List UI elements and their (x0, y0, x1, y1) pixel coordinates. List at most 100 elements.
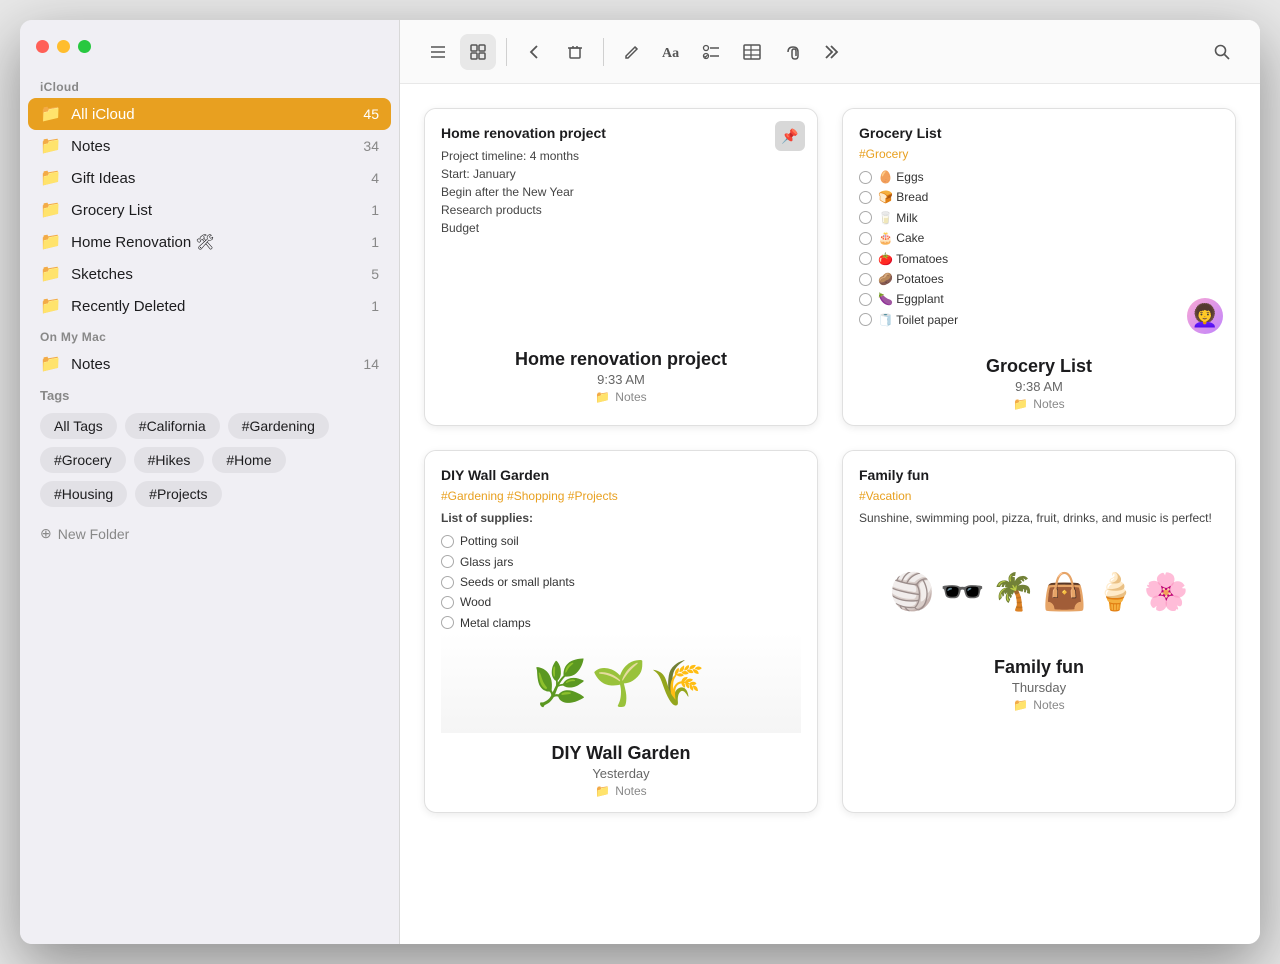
checklist-icon (702, 43, 722, 61)
back-button[interactable] (517, 34, 553, 70)
tag-hikes[interactable]: #Hikes (134, 447, 205, 473)
new-folder-button[interactable]: ⊕ New Folder (28, 515, 391, 552)
attachment-icon (782, 43, 802, 61)
note-footer-time: 9:38 AM (855, 379, 1223, 394)
checklist-item: Glass jars (441, 552, 801, 572)
note-title: DIY Wall Garden (441, 467, 801, 483)
note-footer-folder: 📁 Notes (855, 698, 1223, 712)
checklist-item: 🍅 Tomatoes (859, 249, 1219, 269)
grid-icon (469, 43, 487, 61)
sidebar-item-count: 34 (363, 138, 379, 154)
tag-grocery[interactable]: #Grocery (40, 447, 126, 473)
sidebar-item-gift-ideas[interactable]: 📁 Gift Ideas 4 (28, 162, 391, 194)
note-card-home-renovation[interactable]: Home renovation project Project timeline… (424, 108, 818, 426)
tags-title: Tags (40, 388, 379, 403)
maximize-button[interactable] (78, 40, 91, 53)
pin-button[interactable]: 📌 (775, 121, 805, 151)
sidebar-item-all-icloud[interactable]: 📁 All iCloud 45 (28, 98, 391, 130)
note-card-grocery-list[interactable]: Grocery List #Grocery 🥚 Eggs 🍞 Bread 🥛 M… (842, 108, 1236, 426)
search-icon (1213, 43, 1231, 61)
tag-all-tags[interactable]: All Tags (40, 413, 117, 439)
check-circle (859, 232, 872, 245)
sidebar-item-notes[interactable]: 📁 Notes 34 (28, 130, 391, 162)
grid-view-button[interactable] (460, 34, 496, 70)
note-footer-title: Grocery List (855, 356, 1223, 377)
list-icon (429, 43, 447, 61)
check-circle (441, 535, 454, 548)
note-footer-title: DIY Wall Garden (437, 743, 805, 764)
note-footer: DIY Wall Garden Yesterday 📁 Notes (425, 733, 817, 812)
sidebar-content: iCloud 📁 All iCloud 45 📁 Notes 34 📁 Gift… (20, 72, 399, 944)
checklist-button[interactable] (694, 34, 730, 70)
format-icon: Aa (661, 43, 683, 61)
notes-grid: Home renovation project Project timeline… (400, 84, 1260, 944)
folder-icon: 📁 (40, 232, 61, 252)
folder-small-icon: 📁 (1013, 397, 1028, 411)
sidebar-item-label: All iCloud (71, 106, 353, 123)
compose-button[interactable] (614, 34, 650, 70)
check-circle (859, 191, 872, 204)
folder-icon: 📁 (40, 200, 61, 220)
note-footer-title: Home renovation project (437, 349, 805, 370)
more-icon (822, 43, 842, 61)
table-icon (742, 43, 762, 61)
note-title: Grocery List (859, 125, 1219, 141)
list-view-button[interactable] (420, 34, 456, 70)
note-footer-title: Family fun (855, 657, 1223, 678)
sidebar-item-mac-notes[interactable]: 📁 Notes 14 (28, 348, 391, 380)
sidebar-item-count: 1 (371, 234, 379, 250)
toolbar-divider-2 (603, 38, 604, 66)
sidebar-item-label: Sketches (71, 266, 361, 283)
sidebar-item-count: 1 (371, 298, 379, 314)
minimize-button[interactable] (57, 40, 70, 53)
titlebar (20, 20, 399, 72)
tag-home[interactable]: #Home (212, 447, 285, 473)
checklist-item: 🥔 Potatoes (859, 269, 1219, 289)
note-image-garden: 🌿🌱🌾 (441, 633, 801, 733)
sidebar-item-recently-deleted[interactable]: 📁 Recently Deleted 1 (28, 290, 391, 322)
check-circle (441, 555, 454, 568)
sidebar-item-grocery-list[interactable]: 📁 Grocery List 1 (28, 194, 391, 226)
checklist-item: 🍆 Eggplant (859, 289, 1219, 309)
close-button[interactable] (36, 40, 49, 53)
note-card-diy-wall-garden[interactable]: DIY Wall Garden #Gardening #Shopping #Pr… (424, 450, 818, 813)
note-footer: Family fun Thursday 📁 Notes (843, 647, 1235, 726)
folder-small-icon: 📁 (595, 390, 610, 404)
delete-button[interactable] (557, 34, 593, 70)
folder-icon: 📁 (40, 264, 61, 284)
check-circle (859, 252, 872, 265)
compose-icon (623, 43, 641, 61)
sidebar-item-count: 5 (371, 266, 379, 282)
tag-projects[interactable]: #Projects (135, 481, 221, 507)
checklist-item: Wood (441, 592, 801, 612)
sidebar-item-sketches[interactable]: 📁 Sketches 5 (28, 258, 391, 290)
note-title: Family fun (859, 467, 1219, 483)
tag-gardening[interactable]: #Gardening (228, 413, 329, 439)
more-button[interactable] (814, 34, 850, 70)
table-button[interactable] (734, 34, 770, 70)
note-tag: #Vacation (859, 489, 1219, 503)
sidebar-item-home-renovation[interactable]: 📁 Home Renovation 🛠 1 (28, 226, 391, 258)
tag-california[interactable]: #California (125, 413, 220, 439)
check-circle (859, 313, 872, 326)
check-circle (859, 273, 872, 286)
attachment-button[interactable] (774, 34, 810, 70)
note-body-header: List of supplies: (441, 509, 801, 527)
sidebar-item-label: Notes (71, 356, 353, 373)
format-button[interactable]: Aa (654, 34, 690, 70)
sidebar-item-label: Home Renovation 🛠 (71, 233, 361, 251)
search-button[interactable] (1204, 34, 1240, 70)
note-footer: Home renovation project 9:33 AM 📁 Notes (425, 339, 817, 418)
note-checklist: 🥚 Eggs 🍞 Bread 🥛 Milk 🎂 Cake 🍅 Tomatoes … (859, 167, 1219, 330)
checklist-item: 🍞 Bread (859, 187, 1219, 207)
on-my-mac-section-label: On My Mac (28, 322, 391, 348)
check-circle (859, 171, 872, 184)
sidebar-item-label: Notes (71, 138, 353, 155)
tags-grid: All Tags #California #Gardening #Grocery… (40, 413, 379, 507)
folder-small-icon: 📁 (1013, 698, 1028, 712)
note-card-family-fun[interactable]: Family fun #Vacation Sunshine, swimming … (842, 450, 1236, 813)
tag-housing[interactable]: #Housing (40, 481, 127, 507)
folder-icon: 📁 (40, 354, 61, 374)
note-footer-time: Yesterday (437, 766, 805, 781)
note-tag: #Grocery (859, 147, 1219, 161)
